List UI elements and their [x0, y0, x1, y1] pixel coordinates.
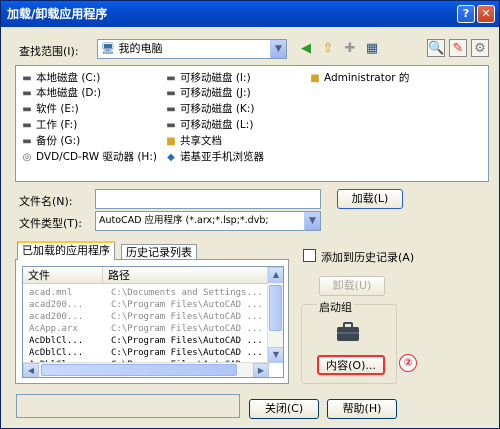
loaded-apps-panel: 文件 路径 acad.mnl C:\Documents and Settings.… [15, 259, 289, 384]
folder-icon: ■ [166, 136, 176, 147]
find-file-icon[interactable]: ✎ [449, 39, 467, 57]
table-row[interactable]: AcDblCl...C:\Program Files\AutoCAD ... [23, 335, 269, 347]
horizontal-scrollbar[interactable]: ◀ ▶ [23, 362, 269, 377]
add-to-history-label[interactable]: 添加到历史记录(A) [321, 249, 414, 265]
table-row[interactable]: acad200... C:\Program Files\AutoCAD ... [23, 299, 269, 311]
drive-icon: ▬ [22, 73, 32, 84]
new-folder-icon[interactable]: ✚ [341, 40, 359, 58]
drive-icon: ▬ [166, 73, 176, 84]
briefcase-icon[interactable] [335, 321, 361, 343]
chevron-down-icon[interactable]: ▼ [270, 40, 286, 58]
help-title-button[interactable]: ? [457, 5, 475, 23]
hscroll-thumb[interactable] [41, 364, 237, 376]
filename-label: 文件名(N): [19, 195, 73, 208]
views-menu-icon[interactable]: ▦ [363, 40, 381, 58]
app-icon: ◆ [167, 152, 175, 163]
drive-icon: ▬ [166, 104, 176, 115]
scroll-thumb[interactable] [269, 285, 282, 331]
list-item[interactable]: ▬ 软件 (E:) [20, 102, 78, 117]
help-button[interactable]: 帮助(H) [327, 399, 397, 419]
filetype-value: AutoCAD 应用程序 (*.arx;*.lsp;*.dvb; [99, 215, 269, 226]
column-header-path[interactable]: 路径 [103, 267, 269, 284]
list-item[interactable]: ■ Administrator 的 [308, 71, 409, 86]
drive-icon: ▬ [166, 88, 176, 99]
lookin-label: 查找范围(I): [19, 45, 79, 58]
add-to-history-checkbox[interactable] [303, 249, 316, 262]
table-row[interactable]: AcDblCl...C:\Program Files\AutoCAD ... [23, 347, 269, 359]
list-item[interactable]: ▬ 可移动磁盘 (J:) [164, 86, 250, 101]
list-item[interactable]: ▬ 工作 (F:) [20, 118, 77, 133]
drive-icon: ▬ [22, 104, 32, 115]
scroll-right-icon[interactable]: ▶ [253, 363, 269, 377]
callout-number: ② [399, 354, 417, 372]
computer-icon: 🖥 [101, 42, 115, 55]
load-button[interactable]: 加载(L) [337, 189, 403, 209]
loaded-apps-table[interactable]: 文件 路径 acad.mnl C:\Documents and Settings.… [22, 266, 284, 378]
table-header: 文件 路径 [23, 267, 269, 284]
dialog-window: 加载/卸载应用程序 ? ✕ 查找范围(I): 🖥 我的电脑 ▼ ◀ ⇧ ✚ ▦ … [0, 0, 500, 429]
drive-icon: ▬ [22, 120, 32, 131]
list-item[interactable]: ▬ 备份 (G:) [20, 134, 80, 149]
tab-loaded-apps[interactable]: 已加载的应用程序 [17, 241, 115, 260]
drive-icon: ▬ [166, 120, 176, 131]
up-folder-icon[interactable]: ⇧ [319, 40, 337, 58]
vertical-scrollbar[interactable]: ▲ ▼ [267, 267, 283, 363]
table-row[interactable]: AcApp.arx C:\Program Files\AutoCAD ... [23, 323, 269, 335]
filetype-label: 文件类型(T): [19, 217, 83, 230]
filename-input[interactable] [95, 189, 321, 209]
search-icon[interactable]: 🔍 [427, 39, 445, 57]
window-title: 加载/卸载应用程序 [7, 7, 108, 21]
list-item[interactable]: ▬ 本地磁盘 (D:) [20, 86, 101, 101]
column-header-file[interactable]: 文件 [23, 267, 103, 284]
filetype-combo[interactable]: AutoCAD 应用程序 (*.arx;*.lsp;*.dvb; ▼ [95, 211, 321, 231]
cdrom-icon: ◎ [22, 152, 32, 163]
table-row[interactable]: acad200... C:\Program Files\AutoCAD ... [23, 311, 269, 323]
list-item[interactable]: ▬ 本地磁盘 (C:) [20, 71, 100, 86]
table-row[interactable]: acad.mnl C:\Documents and Settings... [23, 287, 269, 299]
back-icon[interactable]: ◀ [297, 40, 315, 58]
drive-icon: ▬ [22, 136, 32, 147]
unload-button[interactable]: 卸载(U) [319, 276, 385, 296]
scroll-down-icon[interactable]: ▼ [268, 347, 283, 363]
folder-icon: ■ [310, 73, 320, 84]
lookin-value: 我的电脑 [118, 42, 163, 55]
list-item[interactable]: ◎ DVD/CD-RW 驱动器 (H:) [20, 150, 157, 165]
file-list[interactable]: ▬ 本地磁盘 (C:) ▬ 本地磁盘 (D:) ▬ 软件 (E:) ▬ 工作 (F:) … [15, 65, 489, 182]
startup-group-label: 启动组 [317, 299, 354, 315]
scroll-up-icon[interactable]: ▲ [268, 267, 283, 283]
chevron-down-icon[interactable]: ▼ [304, 212, 320, 230]
contents-button[interactable]: 内容(O)... [317, 355, 385, 375]
close-title-button[interactable]: ✕ [477, 5, 495, 23]
list-item[interactable]: ▬ 可移动磁盘 (K:) [164, 102, 254, 117]
close-button[interactable]: 关闭(C) [249, 399, 319, 419]
status-field [16, 394, 240, 418]
lookin-combo[interactable]: 🖥 我的电脑 ▼ [97, 39, 287, 59]
tools-icon[interactable]: ⚙ [471, 39, 489, 57]
list-item[interactable]: ◆ 诺基亚手机浏览器 [164, 150, 264, 165]
list-item[interactable]: ▬ 可移动磁盘 (L:) [164, 118, 253, 133]
list-item[interactable]: ▬ 可移动磁盘 (I:) [164, 71, 250, 86]
drive-icon: ▬ [22, 88, 32, 99]
title-bar: 加载/卸载应用程序 [1, 1, 499, 27]
list-item[interactable]: ■ 共享文档 [164, 134, 222, 149]
scroll-left-icon[interactable]: ◀ [23, 363, 39, 377]
